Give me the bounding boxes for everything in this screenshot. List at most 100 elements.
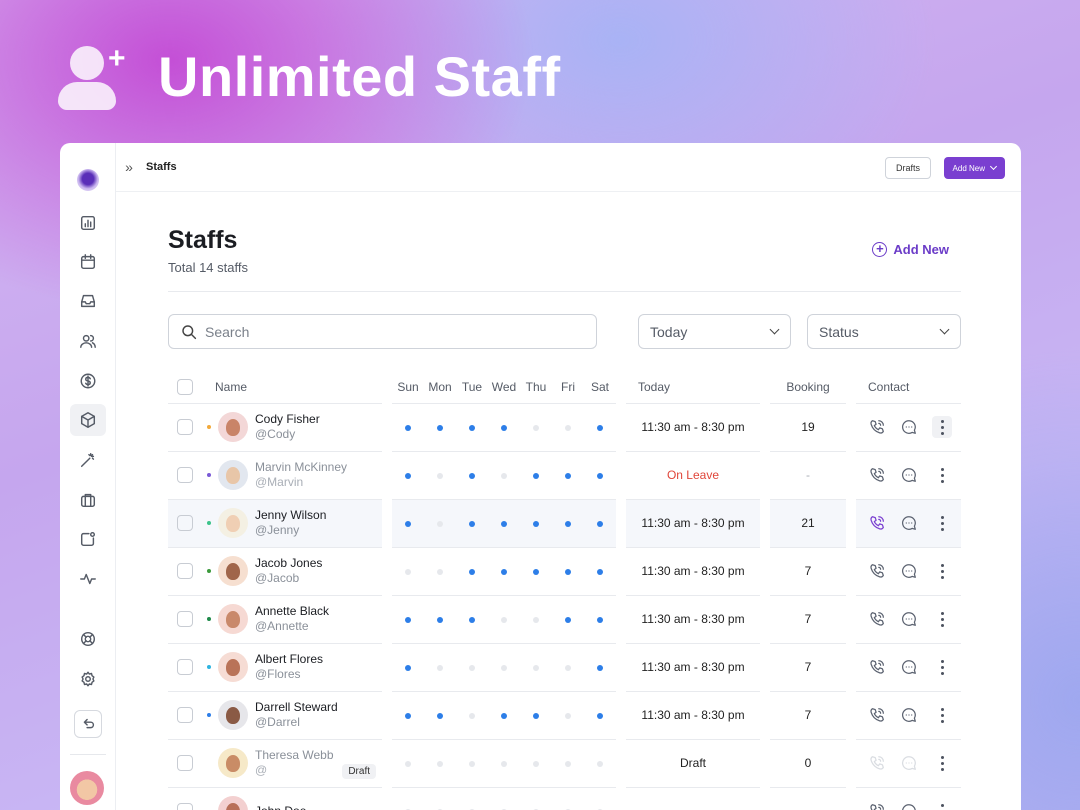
staff-name[interactable]: Albert Flores	[255, 652, 323, 667]
staff-name[interactable]: Jenny Wilson	[255, 508, 326, 523]
day-cell-fri	[552, 451, 584, 500]
sidebar-item-products[interactable]	[70, 404, 106, 436]
expand-sidebar-icon[interactable]: »	[120, 159, 138, 175]
chat-icon[interactable]	[900, 610, 918, 628]
availability-dot	[565, 425, 571, 431]
phone-icon[interactable]	[868, 802, 886, 810]
day-cell-fri	[552, 547, 584, 596]
row-checkbox[interactable]	[177, 563, 193, 579]
phone-icon[interactable]	[868, 418, 886, 436]
sidebar-item-calendar[interactable]	[70, 246, 106, 278]
table-row[interactable]: Annette Black @Annette 11:30 am - 8:30 pm 7	[168, 595, 961, 644]
row-checkbox[interactable]	[177, 515, 193, 531]
chat-icon[interactable]	[900, 802, 918, 810]
phone-icon[interactable]	[868, 754, 886, 772]
day-cell-sun	[392, 595, 424, 644]
sidebar-item-inbox[interactable]	[70, 285, 106, 317]
more-options-icon[interactable]	[932, 416, 952, 438]
staff-name-cell: Marvin McKinney @Marvin	[168, 451, 382, 500]
drafts-button[interactable]: Drafts	[884, 157, 931, 179]
day-cell-fri	[552, 403, 584, 452]
day-cell-thu	[520, 739, 552, 788]
column-gap	[760, 451, 770, 499]
phone-icon[interactable]	[868, 610, 886, 628]
availability-dot	[405, 713, 411, 719]
undo-button[interactable]	[74, 710, 102, 738]
more-options-icon[interactable]	[932, 800, 952, 810]
more-options-icon[interactable]	[932, 512, 952, 534]
more-options-icon[interactable]	[932, 704, 952, 726]
phone-icon[interactable]	[868, 466, 886, 484]
sidebar-item-payments[interactable]	[70, 365, 106, 397]
row-checkbox[interactable]	[177, 659, 193, 675]
availability-dot	[597, 425, 603, 431]
day-cell-tue	[456, 499, 488, 548]
table-row[interactable]: Albert Flores @Flores 11:30 am - 8:30 pm 7	[168, 643, 961, 692]
row-checkbox[interactable]	[177, 419, 193, 435]
more-options-icon[interactable]	[932, 752, 952, 774]
staff-name[interactable]: Theresa Webb	[255, 748, 334, 763]
status-filter-select[interactable]: Status	[807, 314, 961, 349]
sidebar-item-notifications[interactable]	[70, 523, 106, 555]
more-options-icon[interactable]	[932, 464, 952, 486]
phone-icon[interactable]	[868, 514, 886, 532]
add-new-dropdown-button[interactable]: Add New	[943, 157, 1005, 179]
plus-circle-icon: +	[872, 242, 888, 257]
availability-dot	[597, 761, 603, 767]
chat-icon[interactable]	[900, 562, 918, 580]
row-checkbox[interactable]	[177, 611, 193, 627]
sidebar-item-users[interactable]	[70, 325, 106, 357]
sidebar-item-briefcase[interactable]	[70, 484, 106, 516]
more-options-icon[interactable]	[932, 608, 952, 630]
chat-icon[interactable]	[900, 418, 918, 436]
table-row[interactable]: Darrell Steward @Darrel 11:30 am - 8:30 pm…	[168, 691, 961, 740]
staff-name[interactable]: Jacob Jones	[255, 556, 322, 571]
staff-name[interactable]: Annette Black	[255, 604, 329, 619]
row-checkbox[interactable]	[177, 467, 193, 483]
staff-name[interactable]: Marvin McKinney	[255, 460, 347, 475]
phone-icon[interactable]	[868, 706, 886, 724]
search-box[interactable]	[168, 314, 597, 349]
day-cell-tue	[456, 595, 488, 644]
sidebar-item-activity[interactable]	[70, 563, 106, 595]
chat-icon[interactable]	[900, 754, 918, 772]
phone-icon[interactable]	[868, 562, 886, 580]
chat-icon[interactable]	[900, 514, 918, 532]
chat-icon[interactable]	[900, 466, 918, 484]
day-cell-fri	[552, 787, 584, 810]
search-input[interactable]	[205, 323, 565, 340]
table-row[interactable]: John Doe	[168, 787, 961, 810]
sidebar-item-settings[interactable]	[70, 663, 106, 695]
booking-header: Booking	[770, 372, 846, 404]
table-row[interactable]: Jenny Wilson @Jenny 11:30 am - 8:30 pm 21	[168, 499, 961, 548]
app-logo[interactable]	[77, 169, 99, 191]
row-checkbox[interactable]	[177, 707, 193, 723]
sidebar-item-analytics[interactable]	[70, 207, 106, 239]
divider	[168, 291, 961, 292]
table-row[interactable]: Jacob Jones @Jacob 11:30 am - 8:30 pm 7	[168, 547, 961, 596]
chat-icon[interactable]	[900, 706, 918, 724]
staff-name[interactable]: John Doe	[255, 804, 306, 810]
sidebar-item-support[interactable]	[70, 623, 106, 655]
table-row[interactable]: Theresa Webb @ Draft Draft 0	[168, 739, 961, 788]
row-checkbox[interactable]	[177, 755, 193, 771]
availability-dot	[597, 665, 603, 671]
phone-icon[interactable]	[868, 658, 886, 676]
sidebar-item-magic[interactable]	[70, 444, 106, 476]
staff-name[interactable]: Cody Fisher	[255, 412, 320, 427]
add-new-link[interactable]: + Add New	[872, 242, 949, 257]
day-cell-sun	[392, 547, 424, 596]
chat-icon[interactable]	[900, 658, 918, 676]
more-options-icon[interactable]	[932, 656, 952, 678]
date-filter-select[interactable]: Today	[638, 314, 791, 349]
table-row[interactable]: Cody Fisher @Cody 11:30 am - 8:30 pm 19	[168, 403, 961, 452]
breadcrumb[interactable]: Staffs	[146, 161, 177, 173]
more-options-icon[interactable]	[932, 560, 952, 582]
table-row[interactable]: Marvin McKinney @Marvin On Leave -	[168, 451, 961, 500]
select-all-checkbox[interactable]	[177, 379, 193, 396]
today-hours: 11:30 am - 8:30 pm	[626, 691, 760, 740]
avatar[interactable]	[70, 771, 104, 805]
row-checkbox[interactable]	[177, 803, 193, 810]
staff-name[interactable]: Darrell Steward	[255, 700, 338, 715]
status-dot	[207, 617, 211, 621]
